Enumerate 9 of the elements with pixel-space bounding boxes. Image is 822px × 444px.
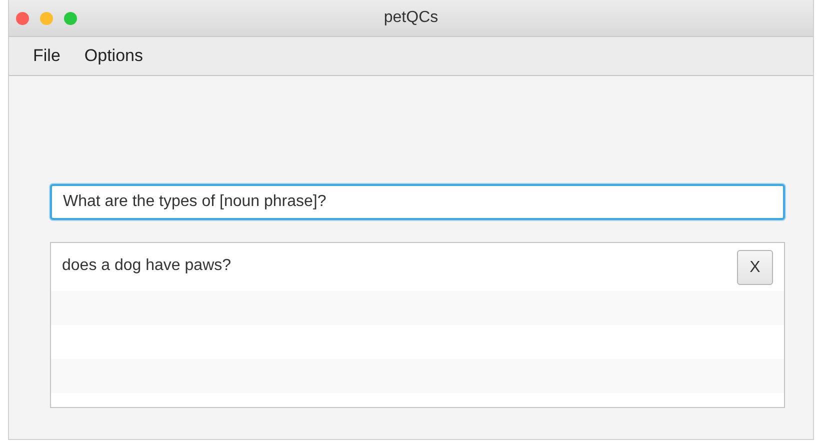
minimize-button[interactable]	[40, 12, 53, 24]
close-button[interactable]	[16, 12, 29, 24]
result-text: does a dog have paws?	[62, 257, 232, 275]
remove-button[interactable]: X	[737, 250, 773, 285]
query-field[interactable]: What are the types of [noun phrase]?	[50, 184, 785, 220]
zoom-button[interactable]	[64, 12, 77, 24]
menu-item[interactable]: File	[23, 42, 70, 70]
window-title: petQCs	[384, 9, 438, 26]
menu-item[interactable]: Options	[74, 42, 153, 70]
